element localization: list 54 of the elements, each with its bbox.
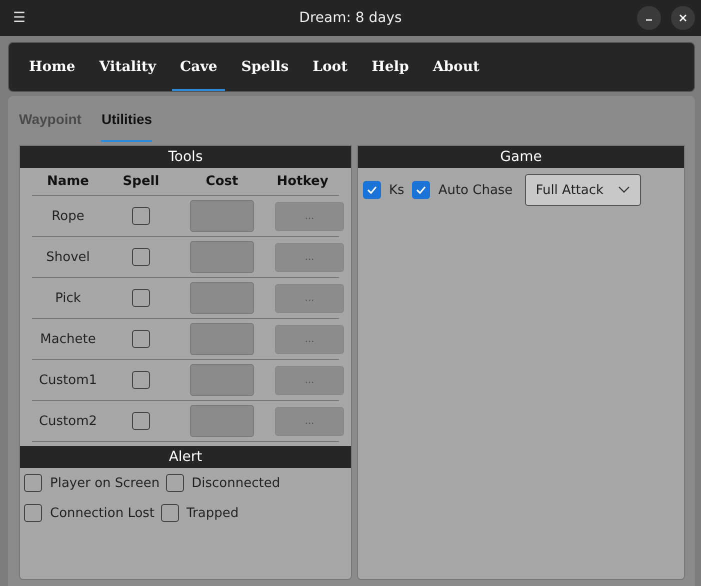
column-header: Spell <box>122 174 160 189</box>
checkbox-label: Ks <box>389 182 404 198</box>
cost-field[interactable] <box>190 405 254 437</box>
nav-tab[interactable]: Cave <box>172 43 226 91</box>
tool-name: Pick <box>54 290 82 306</box>
menu-icon[interactable]: ☰ <box>13 10 26 26</box>
sub-tab[interactable]: Utilities <box>101 96 152 142</box>
checkbox[interactable] <box>166 474 184 492</box>
tool-name: Custom2 <box>38 414 98 428</box>
checkbox[interactable] <box>160 504 179 522</box>
checkbox-label: Auto Chase <box>438 182 513 198</box>
checkbox[interactable] <box>132 412 150 430</box>
nav-tab[interactable]: Help <box>364 43 417 91</box>
close-icon <box>678 13 688 23</box>
mode-dropdown[interactable]: Full Attack <box>524 174 641 206</box>
checkbox[interactable] <box>24 474 42 492</box>
checkbox[interactable] <box>132 207 150 225</box>
chevron-down-icon <box>618 186 630 194</box>
minimize-button[interactable] <box>637 6 661 30</box>
column-header: Name <box>46 174 90 189</box>
nav-tab[interactable]: Home <box>21 43 84 91</box>
close-button[interactable] <box>671 6 695 30</box>
checkbox[interactable] <box>412 181 430 199</box>
cost-field[interactable] <box>190 282 254 314</box>
nav-tab[interactable]: About <box>424 43 488 91</box>
section-header: Alert <box>20 446 351 468</box>
checkbox-label: Trapped <box>186 506 239 520</box>
section-header: Tools <box>20 146 351 168</box>
checkbox[interactable] <box>132 289 150 307</box>
checkbox[interactable] <box>132 248 150 266</box>
checkmark-icon <box>415 184 428 196</box>
checkbox-label: Connection Lost <box>50 506 155 520</box>
window-title: Dream: 8 days <box>298 10 403 26</box>
cost-field[interactable] <box>190 364 254 396</box>
nav-tab[interactable]: Spells <box>233 43 297 91</box>
tool-name: Custom1 <box>38 372 98 388</box>
cost-field[interactable] <box>190 323 254 355</box>
tool-name: Machete <box>39 332 97 346</box>
column-header: Hotkey <box>276 174 330 189</box>
column-header: Cost <box>204 174 240 189</box>
checkbox[interactable] <box>24 504 42 522</box>
cost-field[interactable] <box>190 241 254 273</box>
section-header: Game <box>358 146 684 168</box>
checkbox[interactable] <box>132 330 150 348</box>
checkbox[interactable] <box>363 181 381 199</box>
nav-tab[interactable]: Vitality <box>91 43 164 91</box>
tool-name: Shovel <box>45 250 91 264</box>
cost-field[interactable] <box>190 200 254 232</box>
tool-name: Rope <box>50 208 86 224</box>
checkbox-label: Disconnected <box>192 476 280 490</box>
checkbox-label: Player on Screen <box>50 476 160 490</box>
nav-tab[interactable]: Loot <box>304 43 356 91</box>
checkbox[interactable] <box>132 371 150 389</box>
checkmark-icon <box>366 184 378 196</box>
